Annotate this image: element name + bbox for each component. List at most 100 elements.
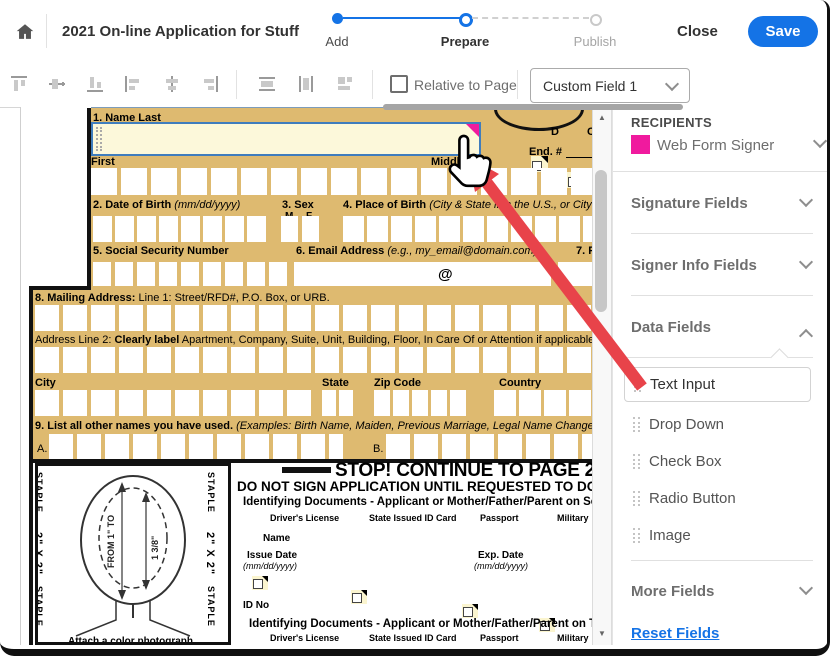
match-size-button[interactable] bbox=[331, 70, 359, 98]
field-item-text-input[interactable]: Text Input bbox=[624, 367, 811, 402]
form-label-issue-format: (mm/dd/yyyy) bbox=[243, 561, 297, 571]
comb-box bbox=[247, 262, 265, 288]
close-button[interactable]: Close bbox=[677, 23, 718, 40]
form-label-addr2-bold: Clearly label bbox=[114, 334, 180, 346]
placed-text-field-name-last[interactable] bbox=[91, 122, 481, 156]
stop-rule bbox=[282, 467, 331, 473]
step-publish-label: Publish bbox=[573, 34, 617, 49]
form-label-d: D bbox=[551, 126, 559, 138]
identifying-docs-second-label: Identifying Documents - Applicant or Mot… bbox=[243, 496, 594, 508]
comb-box bbox=[519, 390, 541, 416]
chevron-down-icon bbox=[798, 580, 814, 596]
home-button[interactable] bbox=[14, 21, 36, 48]
comb-box bbox=[391, 168, 417, 195]
staple-label: STAPLE bbox=[35, 586, 44, 627]
comb-box bbox=[231, 305, 255, 331]
vertical-scrollbar-thumb[interactable] bbox=[595, 170, 607, 312]
align-vertical-center-button[interactable] bbox=[43, 70, 71, 98]
comb-box bbox=[133, 434, 157, 459]
comb-box bbox=[371, 305, 395, 331]
placed-checkbox-passport[interactable] bbox=[462, 604, 478, 618]
comb-row-names-a bbox=[49, 434, 343, 459]
app-window: 2021 On-line Application for Stuff Add P… bbox=[0, 0, 830, 656]
section-data-fields[interactable]: Data Fields bbox=[631, 319, 814, 344]
comb-box bbox=[399, 347, 423, 373]
comb-box bbox=[559, 216, 580, 242]
form-label-sex: 3. Sex bbox=[282, 199, 314, 211]
recipient-selector[interactable]: Web Form Signer bbox=[631, 133, 827, 157]
doc-label-state-id: State Issued ID Card bbox=[369, 633, 457, 643]
field-item-label: Check Box bbox=[649, 452, 722, 470]
field-item-drop-down[interactable]: Drop Down bbox=[633, 413, 803, 435]
comb-box bbox=[35, 347, 59, 373]
document-canvas[interactable]: 1. Name Last D C End. # First Middle 2. … bbox=[20, 107, 594, 645]
distribute-horizontally-button[interactable] bbox=[253, 70, 281, 98]
align-horizontal-center-button[interactable] bbox=[158, 70, 186, 98]
comb-box bbox=[241, 168, 267, 195]
align-right-button[interactable] bbox=[196, 70, 224, 98]
drag-handle-icon bbox=[96, 127, 102, 151]
form-label-first: First bbox=[91, 156, 115, 168]
distribute-vertically-button[interactable] bbox=[292, 70, 320, 98]
placed-checkbox-drivers-license[interactable] bbox=[252, 576, 268, 590]
comb-box bbox=[487, 216, 508, 242]
align-top-button[interactable] bbox=[5, 70, 33, 98]
step-prepare-label: Prepare bbox=[440, 34, 490, 49]
identifying-docs-third-label: Identifying Documents - Applicant or Mot… bbox=[249, 618, 594, 630]
comb-box bbox=[245, 434, 269, 459]
align-right-icon bbox=[204, 76, 218, 92]
save-button[interactable]: Save bbox=[748, 16, 818, 47]
comb-box bbox=[287, 305, 311, 331]
reset-fields-link[interactable]: Reset Fields bbox=[631, 625, 719, 642]
comb-row-state bbox=[322, 390, 354, 416]
comb-box bbox=[189, 434, 213, 459]
comb-box bbox=[217, 434, 241, 459]
scroll-up-icon[interactable]: ▲ bbox=[593, 113, 611, 122]
comb-box bbox=[105, 434, 129, 459]
field-item-image[interactable]: Image bbox=[633, 524, 803, 546]
comb-box bbox=[455, 347, 479, 373]
home-icon bbox=[16, 24, 34, 39]
comb-box bbox=[225, 216, 244, 242]
form-label-id-no: ID No bbox=[243, 600, 270, 611]
section-signer-info-fields[interactable]: Signer Info Fields bbox=[631, 254, 814, 279]
head-outline-figure: FROM 1" TO 1 3/8" bbox=[75, 475, 191, 637]
comb-box bbox=[427, 305, 451, 331]
form-border bbox=[29, 286, 33, 463]
relative-to-page-checkbox[interactable] bbox=[390, 75, 408, 93]
align-left-icon bbox=[125, 76, 139, 92]
comb-box bbox=[35, 305, 59, 331]
comb-box bbox=[339, 390, 353, 416]
align-bottom-button[interactable] bbox=[81, 70, 109, 98]
comb-box bbox=[539, 305, 563, 331]
field-item-radio-button[interactable]: Radio Button bbox=[633, 487, 803, 509]
horizontal-scrollbar-thumb[interactable] bbox=[383, 104, 683, 110]
comb-box bbox=[494, 390, 516, 416]
step-prepare-dot bbox=[459, 13, 473, 27]
form-label-mailing-rest: Line 1: Street/RFD#, P.O. Box, or URB. bbox=[138, 292, 330, 304]
step-publish[interactable]: Publish bbox=[555, 12, 635, 49]
section-more-fields[interactable]: More Fields bbox=[631, 580, 814, 605]
underline-rule bbox=[566, 157, 594, 158]
more-fields-label: More Fields bbox=[631, 583, 715, 600]
comb-box bbox=[181, 262, 199, 288]
field-item-check-box[interactable]: Check Box bbox=[633, 450, 803, 472]
comb-box bbox=[151, 168, 177, 195]
comb-box bbox=[77, 434, 101, 459]
comb-box bbox=[259, 305, 283, 331]
comb-box bbox=[115, 262, 133, 288]
custom-field-dropdown[interactable]: Custom Field 1 bbox=[530, 68, 690, 103]
placed-checkbox-state-id[interactable] bbox=[351, 590, 367, 604]
doc-label-passport: Passport bbox=[480, 513, 519, 523]
comb-box bbox=[315, 347, 339, 373]
comb-box bbox=[63, 390, 87, 416]
comb-box bbox=[159, 216, 178, 242]
comb-box bbox=[569, 390, 591, 416]
comb-row-zip bbox=[374, 390, 467, 416]
comb-box bbox=[421, 168, 447, 195]
align-left-button[interactable] bbox=[119, 70, 147, 98]
scroll-down-icon[interactable]: ▼ bbox=[593, 629, 611, 638]
comb-box bbox=[159, 262, 177, 288]
match-size-icon bbox=[338, 77, 352, 90]
section-signature-fields[interactable]: Signature Fields bbox=[631, 192, 814, 217]
